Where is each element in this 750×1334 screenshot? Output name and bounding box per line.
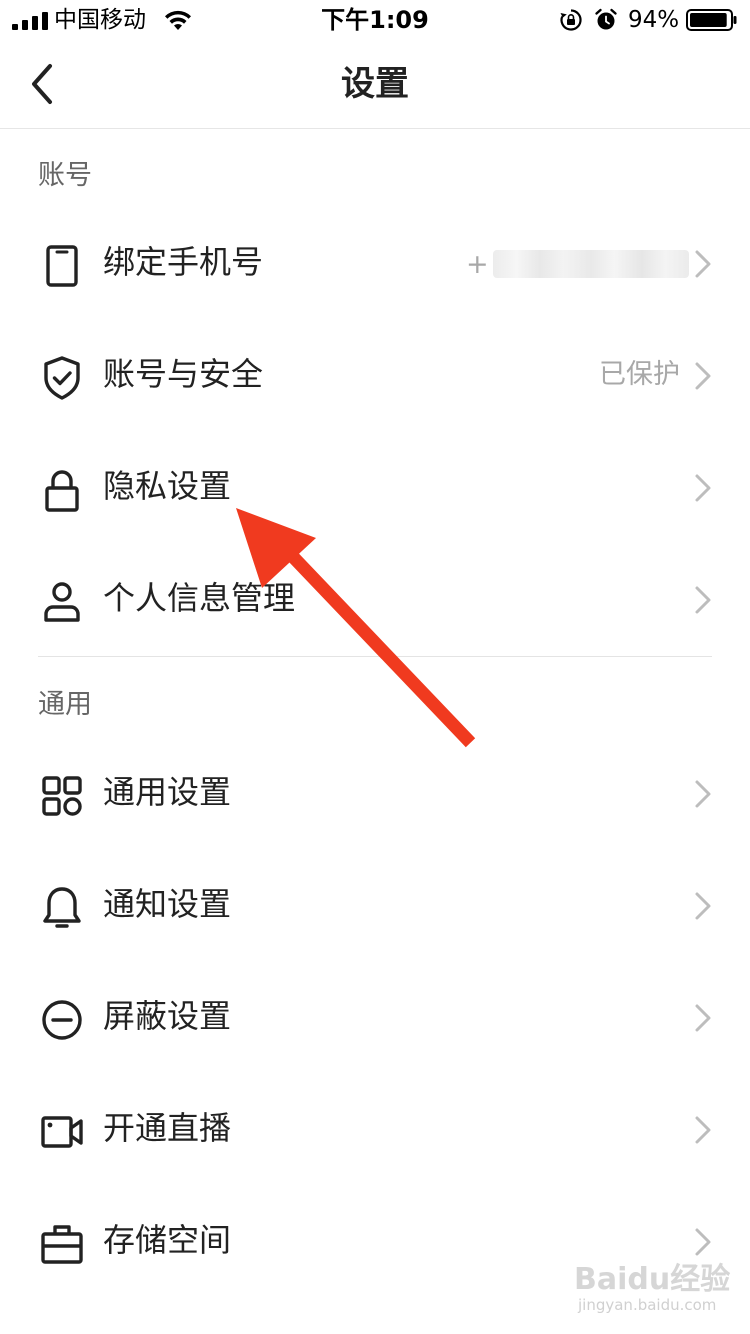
pixelated-phone-number: [492, 250, 689, 278]
chevron-right-icon: [695, 892, 711, 920]
row-label: 隐私设置: [103, 467, 232, 505]
watermark-logo-text: Baidu经验: [574, 1262, 731, 1297]
shield-check-icon: [44, 356, 80, 400]
row-privacy-settings[interactable]: 隐私设置: [0, 432, 750, 544]
page-title: 设置: [341, 64, 409, 104]
row-label: 存储空间: [103, 1221, 232, 1259]
status-bar: 中国移动 下午1:09 94%: [0, 0, 750, 40]
block-icon: [42, 1000, 82, 1040]
row-label: 通用设置: [103, 773, 232, 811]
watermark-url: jingyan.baidu.com: [578, 1296, 717, 1314]
phone-prefix: +: [466, 248, 489, 280]
row-label: 屏蔽设置: [103, 997, 232, 1035]
baidu-watermark: Baidu经验 jingyan.baidu.com: [574, 1262, 730, 1322]
row-live-stream[interactable]: 开通直播: [0, 1074, 750, 1186]
row-bind-phone[interactable]: 绑定手机号 +: [0, 208, 750, 320]
chevron-right-icon: [695, 1228, 711, 1256]
chevron-right-icon: [695, 474, 711, 502]
battery-percent: 94%: [628, 7, 680, 33]
chevron-right-icon: [695, 250, 711, 278]
row-account-security[interactable]: 账号与安全 已保护: [0, 320, 750, 432]
row-general-settings[interactable]: 通用设置: [0, 738, 750, 850]
storage-box-icon: [41, 1225, 83, 1264]
chevron-right-icon: [695, 362, 711, 390]
section-divider: [38, 656, 712, 657]
alarm-icon: [595, 8, 617, 30]
grid-icon: [42, 776, 82, 816]
row-personal-info[interactable]: 个人信息管理: [0, 544, 750, 656]
bell-icon: [43, 887, 81, 928]
chevron-right-icon: [695, 1004, 711, 1032]
section-header-general: 通用: [38, 689, 92, 720]
security-status: 已保护: [599, 359, 680, 390]
row-label: 绑定手机号: [103, 243, 264, 281]
section-header-account: 账号: [38, 160, 92, 191]
row-label: 账号与安全: [103, 355, 264, 393]
row-label: 开通直播: [103, 1109, 232, 1147]
user-icon: [44, 582, 80, 622]
lock-icon: [45, 470, 79, 512]
row-label: 通知设置: [103, 885, 232, 923]
battery-icon: [686, 9, 737, 31]
chevron-right-icon: [695, 586, 711, 614]
video-camera-icon: [41, 1116, 83, 1148]
row-block-settings[interactable]: 屏蔽设置: [0, 962, 750, 1074]
row-notification-settings[interactable]: 通知设置: [0, 850, 750, 962]
chevron-right-icon: [695, 780, 711, 808]
chevron-right-icon: [695, 1116, 711, 1144]
phone-icon: [46, 245, 78, 287]
row-label: 个人信息管理: [103, 579, 296, 617]
nav-bar: 设置: [0, 40, 750, 129]
rotation-lock-icon: [560, 9, 582, 31]
phone-number-obscured: +: [466, 246, 689, 282]
